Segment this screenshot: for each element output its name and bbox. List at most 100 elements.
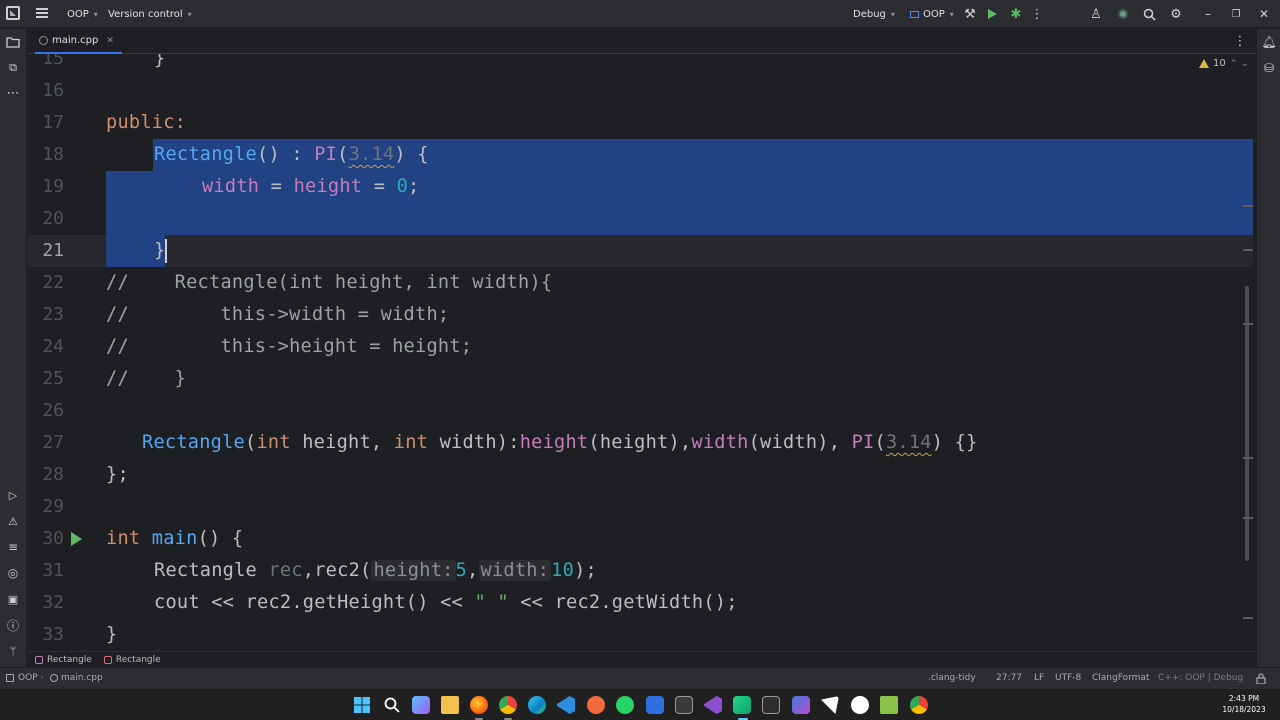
target-label: OOP [923, 8, 945, 20]
visual-studio-icon[interactable] [704, 696, 722, 714]
more-vertical-icon[interactable]: ⋮ [1031, 6, 1044, 22]
file-explorer-icon[interactable] [441, 696, 459, 714]
notifications-info-icon[interactable]: ⓘ [5, 617, 21, 633]
todo-list-icon[interactable]: ≡ [5, 539, 21, 555]
line-number: 29 [42, 496, 64, 517]
code-token: ; [408, 176, 420, 197]
debug-bug-icon[interactable]: ✱ [1008, 6, 1024, 22]
database-icon[interactable]: ⛁ [1261, 60, 1277, 76]
structure-icon[interactable]: ⧉ [5, 60, 21, 76]
problems-icon[interactable]: ⚠ [5, 513, 21, 529]
cpp-file-icon [50, 674, 58, 682]
firefox-icon[interactable] [470, 696, 488, 714]
chevron-down-icon[interactable]: ⌄ [1241, 59, 1249, 69]
vcs-selector[interactable]: Version control ▾ [108, 0, 192, 28]
ai-assistant-icon[interactable] [1116, 7, 1130, 21]
chrome-canary-icon[interactable] [910, 696, 928, 714]
notion-like-icon[interactable] [851, 696, 869, 714]
code-token: ) { [394, 144, 429, 165]
status-line-separator[interactable]: LF [1034, 668, 1044, 688]
gear-icon[interactable]: ⚙ [1168, 6, 1184, 22]
code-line-33: } [106, 624, 118, 645]
run-icon[interactable] [986, 8, 998, 20]
build-hammer-icon[interactable]: ⚒ [962, 6, 978, 22]
tab-options-icon[interactable]: ⋮ [1233, 33, 1247, 49]
status-file-label: main.cpp [61, 673, 103, 683]
services-icon[interactable]: ◎ [5, 565, 21, 581]
target-selector[interactable]: OOP ▾ [910, 0, 954, 28]
code-line-32: cout << rec2.getHeight() << " " << rec2.… [106, 587, 738, 619]
code-token: 0 [396, 176, 409, 197]
minimize-icon[interactable]: – [1200, 6, 1216, 22]
terminal-app-icon[interactable] [762, 696, 780, 714]
clion-logo-icon[interactable] [6, 6, 20, 20]
code-token: int [256, 432, 291, 453]
code-token: (width), [748, 432, 852, 453]
chevron-down-icon: ▾ [949, 9, 954, 19]
terminal-icon[interactable]: ▣ [5, 591, 21, 607]
code-line-19: width = height = 0; [106, 171, 420, 203]
more-tools-icon[interactable]: ⋯ [5, 85, 21, 101]
vscode-icon[interactable] [557, 696, 575, 714]
search-icon[interactable] [383, 696, 401, 714]
run-config-label: Debug [853, 8, 886, 20]
notifications-bell-icon[interactable]: 🔔︎ [1261, 34, 1277, 50]
git-branch-icon[interactable]: ᛘ [5, 643, 21, 659]
status-encoding[interactable]: UTF-8 [1055, 668, 1081, 688]
code-token: int [106, 528, 141, 549]
code-token: height [519, 432, 589, 453]
line-number: 19 [42, 176, 64, 197]
code-editor[interactable]: 15 16 17 18 19 20 21 22 23 24 25 26 27 2… [27, 54, 1256, 651]
edge-icon[interactable] [528, 696, 546, 714]
breadcrumb-item[interactable]: Rectangle [103, 655, 161, 665]
line-number: 25 [42, 368, 64, 389]
project-folder-icon[interactable] [5, 34, 21, 50]
chevron-down-icon: ▾ [890, 9, 895, 19]
code-token: width [691, 432, 749, 453]
project-selector[interactable]: OOP ▾ [67, 0, 98, 28]
account-icon[interactable]: ♙ [1088, 6, 1104, 22]
status-context[interactable]: C++: OOP | Debug [1158, 668, 1243, 688]
problems-widget[interactable]: 10 ⌃ ⌄ [1199, 58, 1249, 69]
status-formatter[interactable]: ClangFormat [1092, 668, 1149, 688]
jetbrains-app-icon[interactable] [792, 696, 810, 714]
chevron-right-icon: › [40, 673, 44, 683]
status-project-label: OOP [18, 673, 38, 683]
line-number: 26 [42, 400, 64, 421]
windows-start-icon[interactable] [353, 696, 371, 714]
run-config-selector[interactable]: Debug ▾ [853, 0, 895, 28]
widgets-icon[interactable] [412, 696, 430, 714]
chrome-icon[interactable] [499, 696, 517, 714]
clion-taskbar-icon[interactable] [733, 696, 751, 714]
postman-icon[interactable] [587, 696, 605, 714]
tab-main-cpp[interactable]: main.cpp ✕ [35, 29, 122, 54]
send-app-icon[interactable] [821, 696, 839, 714]
run-tool-icon[interactable]: ▷ [5, 487, 21, 503]
status-project[interactable]: OOP [6, 668, 38, 688]
whatsapp-icon[interactable] [616, 696, 634, 714]
close-tab-icon[interactable]: ✕ [106, 36, 114, 46]
close-window-icon[interactable]: ✕ [1256, 6, 1272, 22]
code-token: ( [245, 432, 257, 453]
code-token: height, [290, 432, 394, 453]
notepad-icon[interactable] [880, 696, 898, 714]
lock-icon[interactable] [1256, 668, 1266, 688]
line-number: 23 [42, 304, 64, 325]
breadcrumb-item[interactable]: Rectangle [35, 655, 92, 665]
chevron-down-icon: ▾ [187, 9, 192, 19]
restore-icon[interactable]: ❐ [1228, 6, 1244, 22]
main-menu-icon[interactable] [36, 8, 48, 18]
code-token: () { [197, 528, 244, 549]
system-clock[interactable]: 2:43 PM 10/18/2023 [1214, 693, 1274, 715]
keyboard-app-icon[interactable] [675, 696, 693, 714]
run-gutter-icon[interactable] [71, 532, 82, 546]
mail-icon[interactable] [646, 696, 664, 714]
code-token: " " [474, 592, 509, 613]
status-linter[interactable]: .clang-tidy [928, 668, 976, 688]
status-file[interactable]: main.cpp [50, 668, 103, 688]
chevron-up-icon[interactable]: ⌃ [1230, 59, 1238, 69]
status-caret-position[interactable]: 27:77 [996, 668, 1022, 688]
search-icon[interactable] [1141, 6, 1157, 22]
code-token: ); [574, 560, 597, 581]
vertical-scrollbar[interactable] [1245, 286, 1249, 561]
